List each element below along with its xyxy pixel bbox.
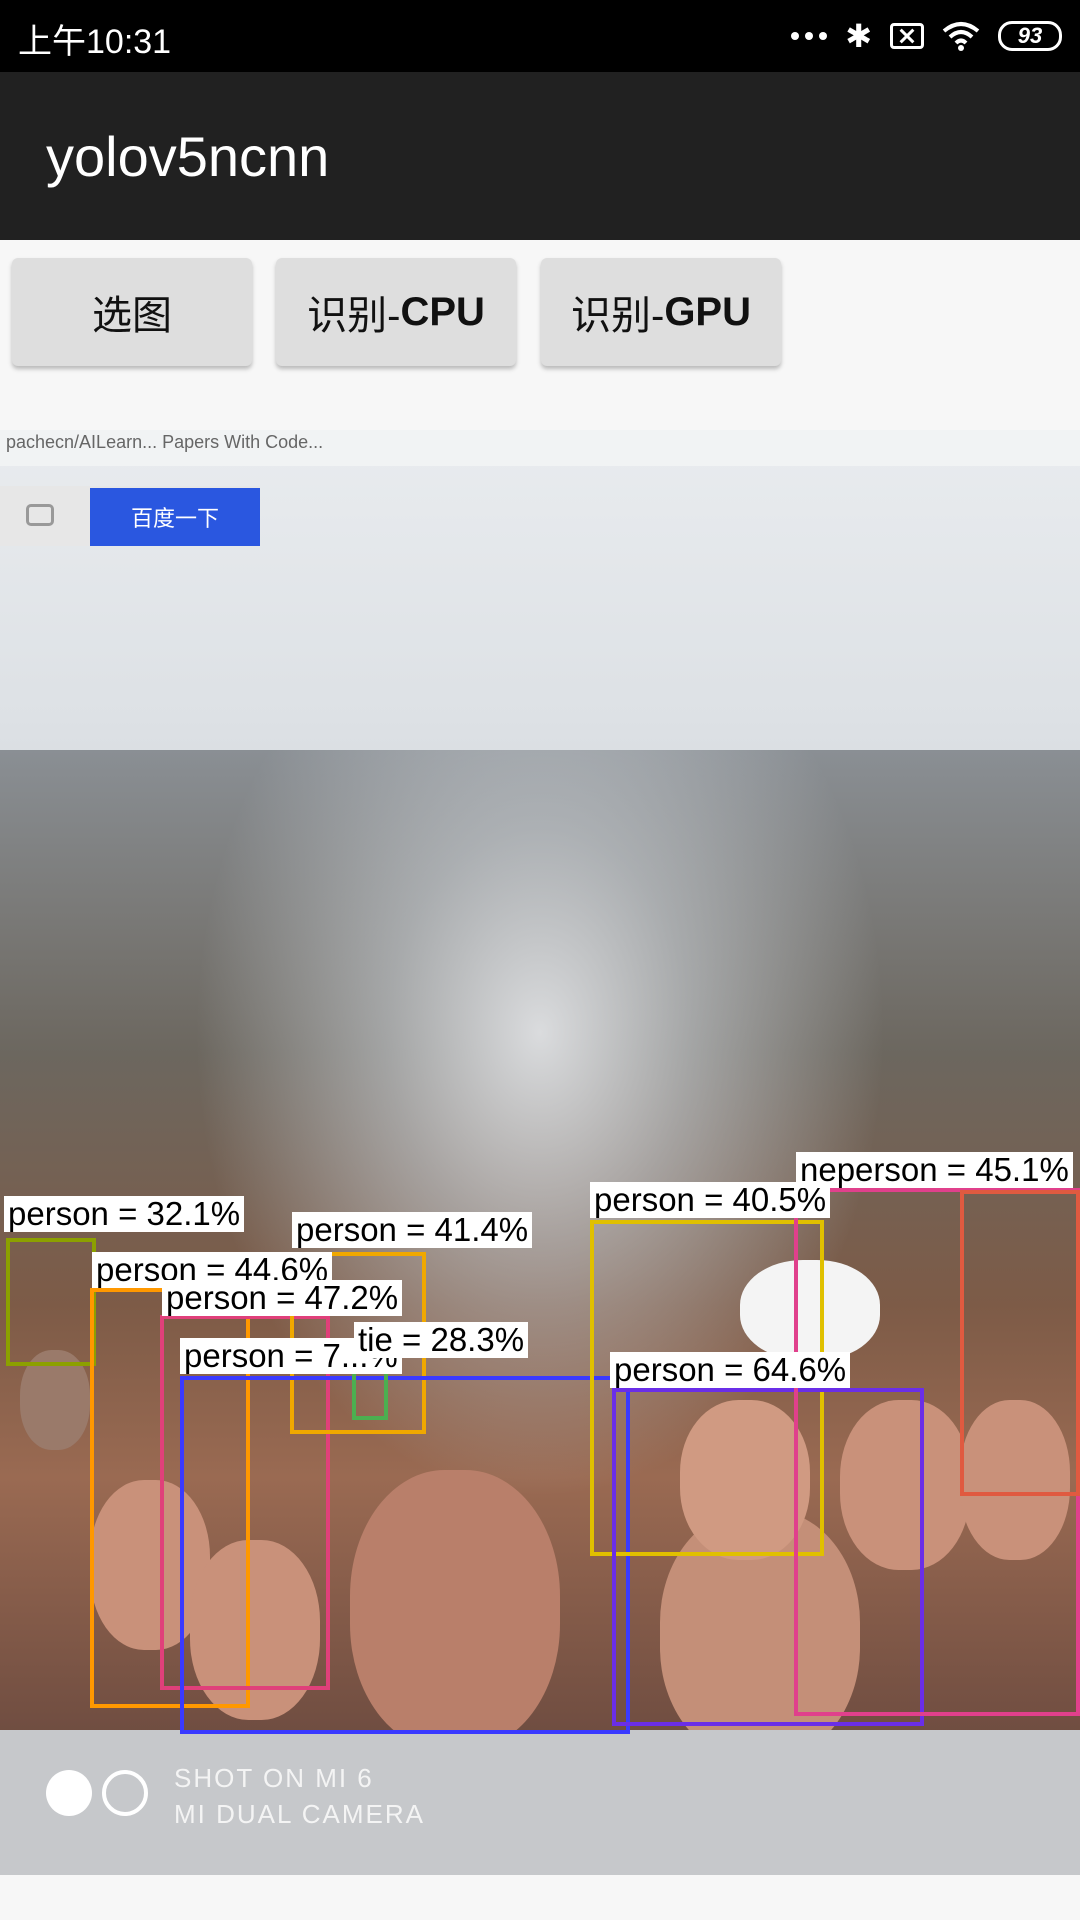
- detection-label: person = 64.6%: [610, 1352, 851, 1388]
- detection-overlay: person = 32.1% person = 44.6% person = 4…: [0, 0, 1080, 1920]
- detection-box: [180, 1376, 630, 1734]
- detection-box: [6, 1238, 96, 1366]
- bottom-area: [0, 1875, 1080, 1920]
- detection-label: person = 41.4%: [292, 1212, 533, 1248]
- detection-box: [960, 1190, 1080, 1496]
- detection-label: person = 32.1%: [4, 1196, 245, 1232]
- detection-label: person = 40.5%: [590, 1182, 831, 1218]
- detection-label: neperson = 45.1%: [796, 1152, 1073, 1188]
- detection-label: tie = 28.3%: [354, 1322, 529, 1358]
- detection-label: person = 47.2%: [162, 1280, 403, 1316]
